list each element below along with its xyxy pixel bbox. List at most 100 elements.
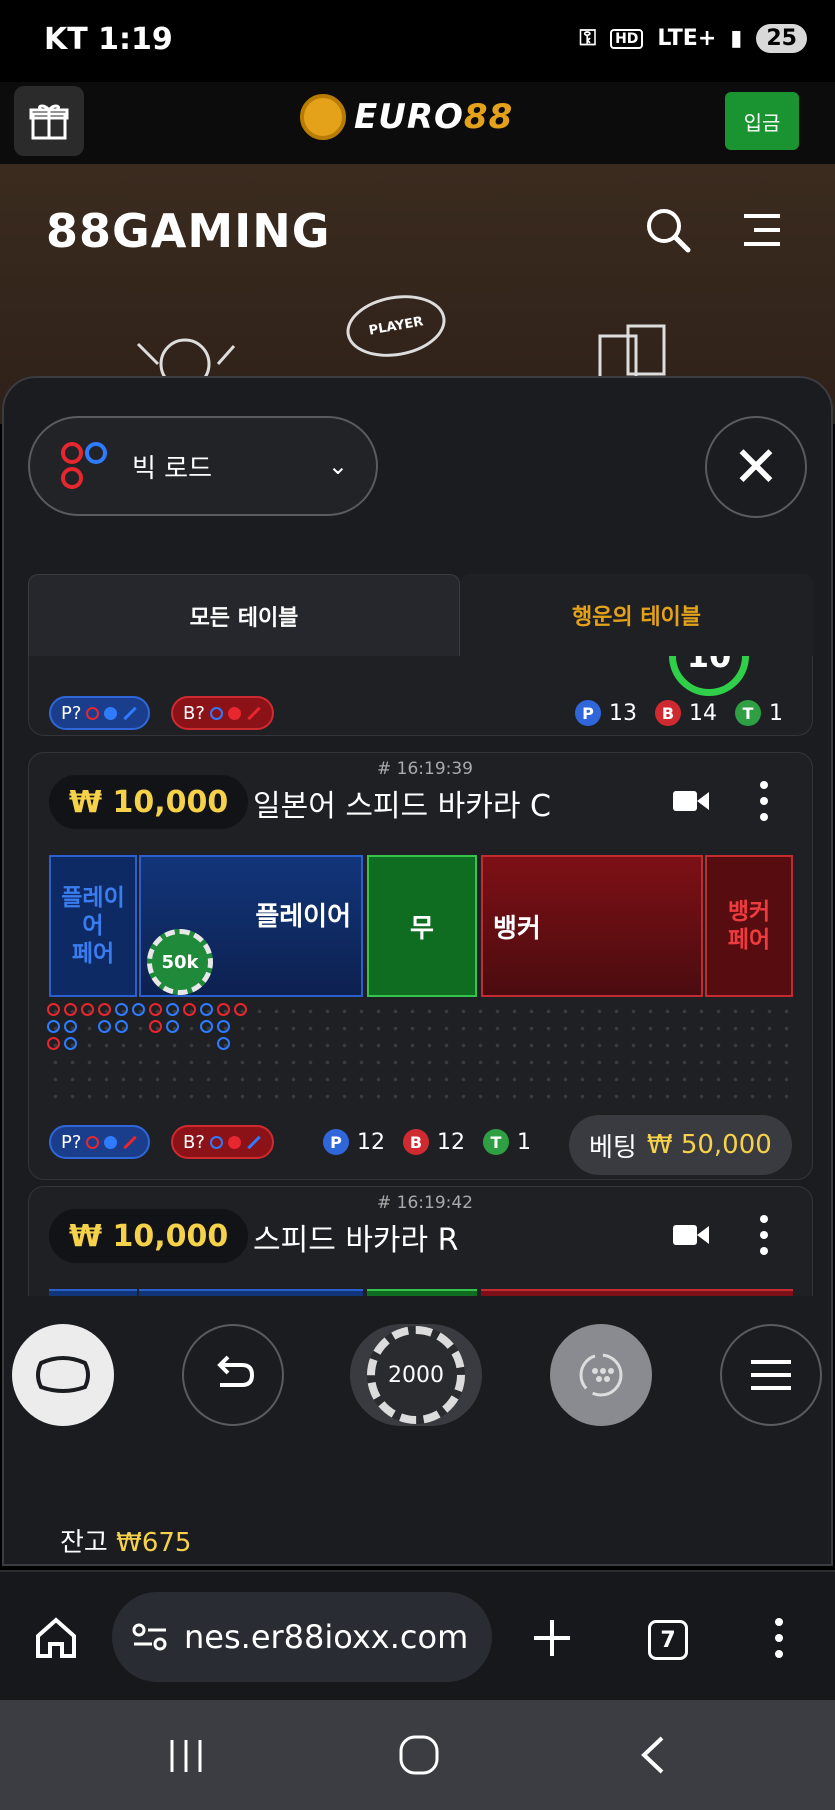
- chip-value: 2000: [367, 1326, 465, 1424]
- balance-label: 잔고: [60, 1528, 108, 1558]
- video-camera-icon[interactable]: [673, 789, 709, 813]
- address-bar[interactable]: nes.er88ioxx.com: [112, 1592, 492, 1682]
- status-bar: KT 1:19 ⚿ HD LTE+ ▮ 25: [0, 0, 835, 82]
- result-counts: P 12 B 12 T 1: [323, 1129, 531, 1155]
- banker-count-badge: B: [655, 700, 681, 726]
- tie-count: 1: [517, 1129, 531, 1155]
- bet-total-amount: ₩ 50,000: [646, 1130, 772, 1160]
- gift-button[interactable]: [14, 86, 84, 156]
- balance-display: 잔고 ₩675: [60, 1522, 191, 1559]
- table-name[interactable]: 일본어 스피드 바카라 C: [253, 781, 551, 825]
- brand-logo[interactable]: 88GAMING: [46, 204, 331, 258]
- table-card[interactable]: # 16:19:39 ₩ 10,000 일본어 스피드 바카라 C 플레이 어 …: [28, 752, 813, 1180]
- logo-suffix: 88: [463, 97, 514, 137]
- banker-bet[interactable]: 뱅커: [481, 855, 703, 997]
- banker-count: 14: [689, 700, 717, 726]
- bet-total-button[interactable]: 베팅 ₩ 50,000: [569, 1115, 792, 1175]
- more-options-icon[interactable]: [759, 1215, 769, 1255]
- banker-ask-pill[interactable]: B?: [171, 696, 274, 730]
- hamburger-icon: [751, 1360, 791, 1390]
- hd-icon: HD: [610, 28, 644, 49]
- browser-menu-icon[interactable]: [774, 1618, 784, 1658]
- site-logo[interactable]: EURO88: [300, 94, 513, 140]
- signal-icon: ▮: [730, 26, 743, 51]
- home-nav-icon[interactable]: [398, 1734, 440, 1776]
- browser-toolbar: nes.er88ioxx.com 7: [0, 1570, 835, 1700]
- player-count: 13: [609, 700, 637, 726]
- round-timestamp: # 16:19:39: [377, 759, 473, 779]
- table-icon: [36, 1356, 90, 1393]
- gift-icon: [29, 104, 69, 140]
- carrier-label: KT: [44, 22, 88, 57]
- banker-ask-pill[interactable]: B?: [171, 1125, 274, 1159]
- table-list[interactable]: 10 P? B? P 13 B 14 T 1 # 16:19:39 ₩ 10,0…: [4, 656, 831, 1296]
- player-bet-label: 플레이어: [255, 901, 351, 932]
- status-carrier-time: KT 1:19: [44, 22, 173, 57]
- chevron-down-icon: ⌄: [327, 452, 348, 480]
- road-selector-label: 빅 로드: [132, 453, 213, 484]
- close-icon: ✕: [732, 434, 780, 500]
- close-button[interactable]: ✕: [705, 416, 807, 518]
- undo-icon: [217, 1355, 255, 1387]
- url-text: nes.er88ioxx.com: [184, 1618, 469, 1656]
- banker-pair-bet[interactable]: 뱅커 페어: [705, 855, 793, 997]
- chip-selector[interactable]: 2000: [350, 1324, 482, 1426]
- home-icon[interactable]: [34, 1616, 78, 1660]
- battery-indicator: 25: [756, 24, 807, 53]
- system-navigation-bar: [0, 1700, 835, 1810]
- new-tab-icon[interactable]: [530, 1616, 574, 1660]
- banker-count-badge: B: [403, 1129, 429, 1155]
- tie-bet[interactable]: 무: [367, 855, 477, 997]
- balance-value: ₩675: [116, 1528, 192, 1558]
- screen: KT 1:19 ⚿ HD LTE+ ▮ 25 EURO88 입금 88GAMIN…: [0, 0, 835, 1810]
- soccer-ball-icon: [300, 94, 346, 140]
- round-timestamp: # 16:19:42: [377, 1193, 473, 1213]
- tab-all-tables[interactable]: 모든 테이블: [28, 574, 460, 656]
- table-name[interactable]: 스피드 바카라 R: [253, 1215, 459, 1259]
- tab-lucky-tables[interactable]: 행운의 테이블: [460, 574, 813, 656]
- video-camera-icon[interactable]: [673, 1223, 709, 1247]
- recent-apps-icon[interactable]: [166, 1736, 206, 1776]
- road-selector[interactable]: 빅 로드 ⌄: [28, 416, 378, 516]
- rebet-button[interactable]: [550, 1324, 652, 1426]
- menu-button[interactable]: [720, 1324, 822, 1426]
- player-count-badge: P: [575, 700, 601, 726]
- menu-icon[interactable]: [736, 204, 788, 256]
- undo-button[interactable]: [182, 1324, 284, 1426]
- back-nav-icon[interactable]: [634, 1734, 674, 1776]
- site-settings-icon: [132, 1623, 167, 1651]
- countdown-timer: 10: [669, 656, 749, 696]
- site-header: EURO88 입금: [0, 82, 835, 164]
- tie-count: 1: [769, 700, 783, 726]
- playing-cards-icon: [598, 324, 666, 384]
- network-label: LTE+: [657, 26, 717, 51]
- korea-flag-icon: [136, 338, 236, 384]
- search-icon[interactable]: [642, 204, 694, 256]
- player-ask-pill[interactable]: P?: [49, 696, 151, 730]
- more-options-icon[interactable]: [759, 781, 769, 821]
- player-ask-pill[interactable]: P?: [49, 1125, 151, 1159]
- key-icon: ⚿: [579, 26, 597, 51]
- player-pair-bet[interactable]: 플레이 어 페어: [49, 855, 137, 997]
- table-card[interactable]: 10 P? B? P 13 B 14 T 1: [28, 656, 813, 736]
- status-icons: ⚿ HD LTE+ ▮ 25: [579, 24, 807, 53]
- tie-count-badge: T: [735, 700, 761, 726]
- logo-prefix: EURO: [354, 97, 464, 137]
- big-road-icon: [61, 442, 107, 489]
- clock: 1:19: [98, 22, 173, 57]
- table-card[interactable]: # 16:19:42 ₩ 10,000 스피드 바카라 R: [28, 1186, 813, 1296]
- placed-chip: 50k: [147, 929, 213, 995]
- player-count: 12: [357, 1129, 385, 1155]
- bet-total-label: 베팅: [589, 1132, 637, 1163]
- tie-count-badge: T: [483, 1129, 509, 1155]
- min-bet-badge: ₩ 10,000: [49, 775, 249, 829]
- banker-count: 12: [437, 1129, 465, 1155]
- result-counts: P 13 B 14 T 1: [575, 700, 783, 726]
- table-tabs: 모든 테이블 행운의 테이블: [28, 574, 813, 656]
- min-bet-badge: ₩ 10,000: [49, 1209, 249, 1263]
- repeat-icon: [579, 1353, 623, 1397]
- table-view-button[interactable]: [12, 1324, 114, 1426]
- deposit-button[interactable]: 입금: [725, 92, 799, 150]
- player-count-badge: P: [323, 1129, 349, 1155]
- tab-switcher[interactable]: 7: [648, 1620, 688, 1660]
